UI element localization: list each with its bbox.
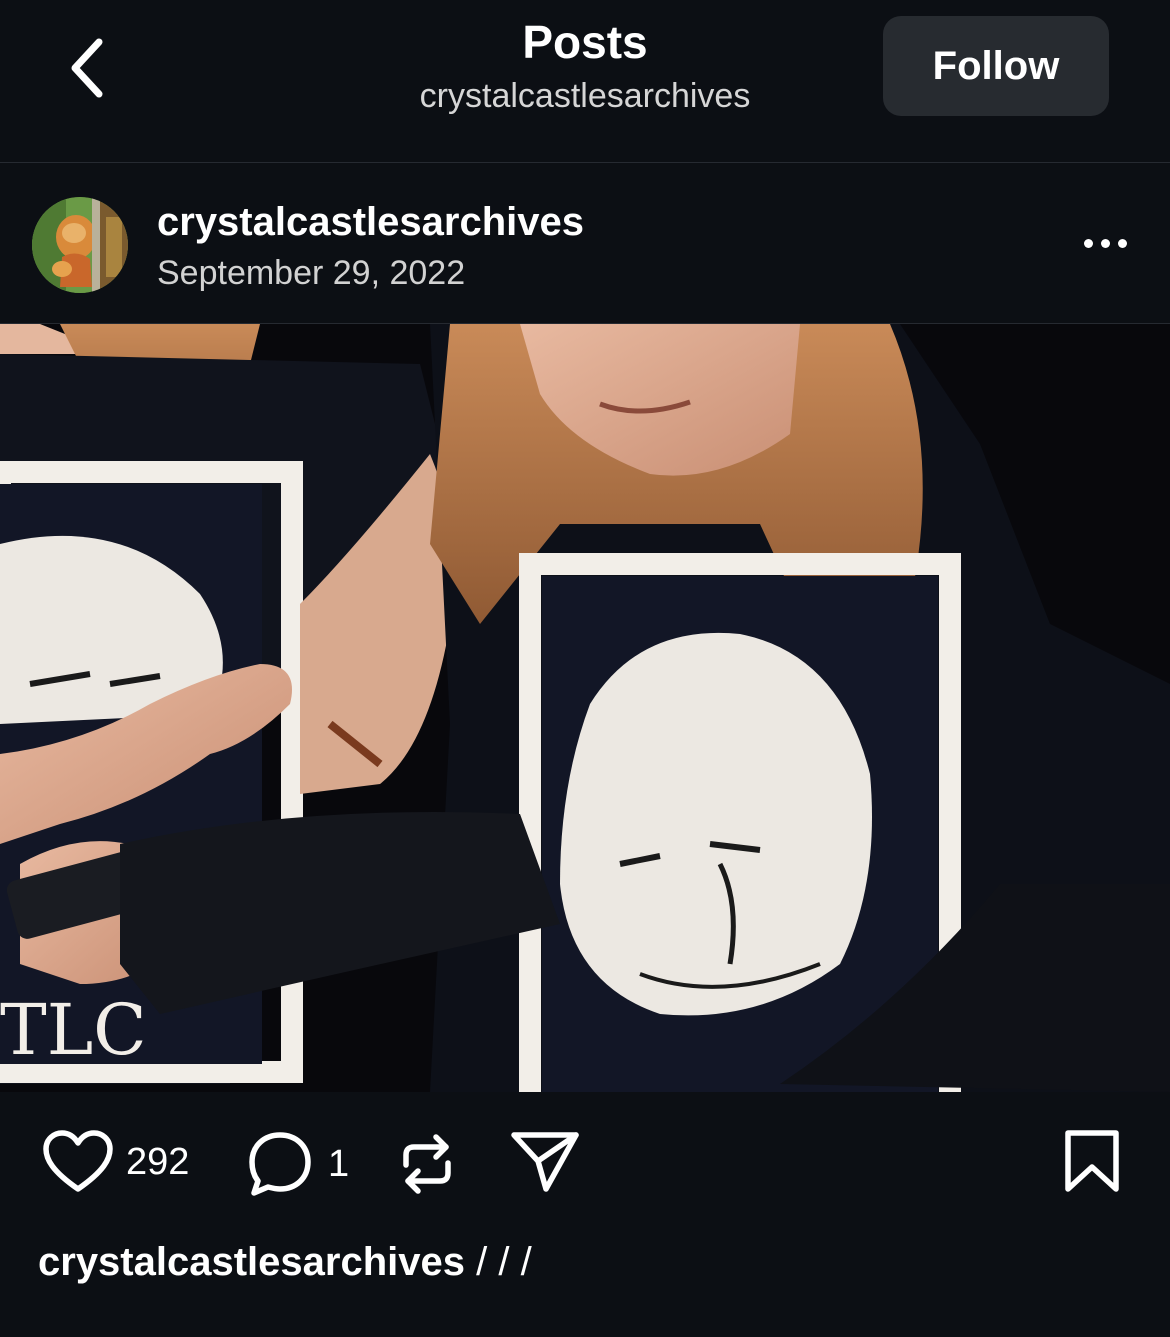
bookmark-icon <box>1065 1130 1119 1192</box>
like-count: 292 <box>126 1140 190 1183</box>
back-button[interactable] <box>52 28 122 108</box>
comment-button[interactable]: 1 <box>246 1129 349 1199</box>
post-photo[interactable]: TLC <box>0 324 1170 1092</box>
chevron-left-icon <box>71 38 103 98</box>
follow-button[interactable]: Follow <box>883 16 1109 116</box>
comment-bubble-icon <box>249 1132 311 1196</box>
heart-icon <box>43 1130 113 1192</box>
ellipsis-icon <box>1083 238 1093 248</box>
post-author[interactable]: crystalcastlesarchives <box>157 197 584 247</box>
more-options-button[interactable] <box>1070 213 1140 273</box>
bookmark-button[interactable] <box>1064 1129 1120 1195</box>
top-nav-bar: Posts crystalcastlesarchives Follow <box>0 0 1170 163</box>
repost-icon <box>403 1134 451 1194</box>
post-header: crystalcastlesarchives September 29, 202… <box>0 163 1170 324</box>
avatar[interactable] <box>32 197 128 293</box>
avatar-image <box>32 197 128 293</box>
ellipsis-icon-dot <box>1117 238 1127 248</box>
caption-text: / / / <box>476 1240 532 1284</box>
post-date: September 29, 2022 <box>157 254 466 292</box>
page-title: Posts <box>522 16 648 68</box>
like-button[interactable]: 292 <box>42 1129 189 1195</box>
comment-count: 1 <box>328 1142 350 1185</box>
caption-username[interactable]: crystalcastlesarchives <box>38 1240 465 1284</box>
post-caption: crystalcastlesarchives / / / <box>38 1237 532 1287</box>
ellipsis-icon-dot <box>1100 238 1110 248</box>
svg-text:TLC: TLC <box>0 989 147 1071</box>
send-icon <box>511 1132 579 1192</box>
page-subtitle: crystalcastlesarchives <box>419 77 751 115</box>
share-button[interactable] <box>510 1129 580 1195</box>
header-titles: Posts crystalcastlesarchives <box>300 14 870 118</box>
post-image: TLC <box>0 324 1170 1092</box>
post-actions: 292 1 <box>0 1093 1170 1233</box>
repost-button[interactable] <box>396 1129 458 1199</box>
